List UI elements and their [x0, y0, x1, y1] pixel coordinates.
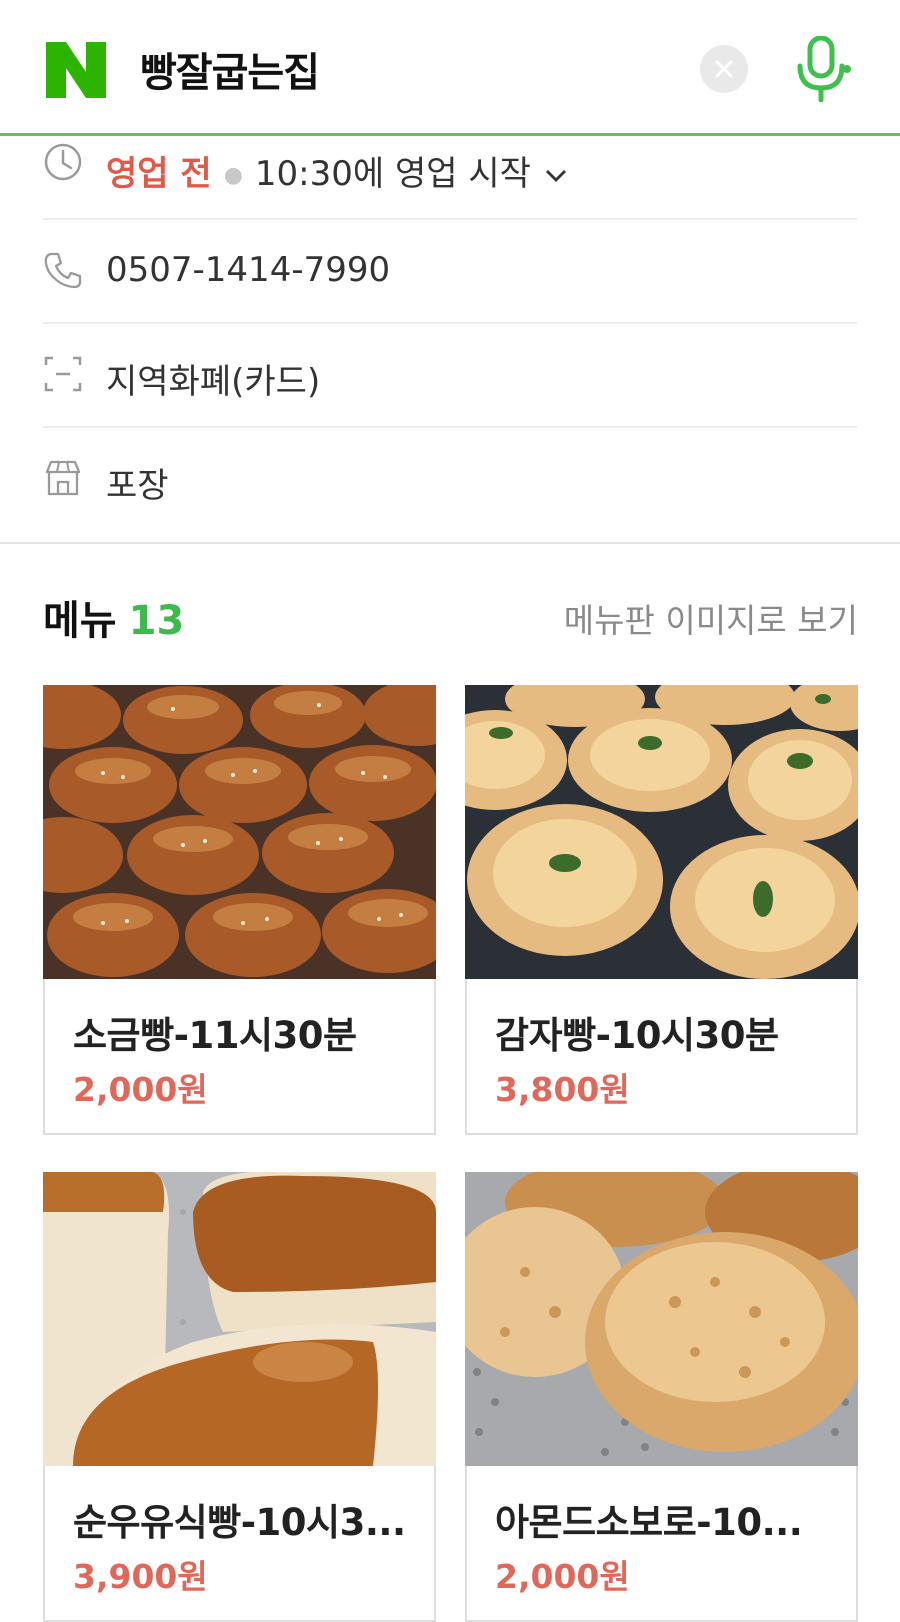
payment-row: 지역화폐(카드): [43, 324, 857, 428]
payment-method: 지역화폐(카드): [106, 362, 321, 402]
menu-item-card[interactable]: 감자빵-10시30분 3,800원: [465, 685, 858, 1135]
menu-heading: 메뉴 13: [43, 588, 184, 646]
section-divider: [0, 542, 900, 544]
scan-icon: [44, 356, 82, 392]
microphone-icon[interactable]: [792, 36, 852, 102]
menu-title: 메뉴: [43, 598, 117, 644]
menu-board-link[interactable]: 메뉴판 이미지로 보기: [564, 594, 858, 642]
menu-item-name: 순우유식빵-10시3...: [73, 1501, 406, 1544]
separator-dot: ●: [223, 163, 243, 188]
service-row: 포장: [43, 428, 857, 532]
phone-number[interactable]: 0507-1414-7990: [106, 250, 390, 290]
menu-item-price: 2,000원: [73, 1070, 208, 1109]
phone-icon: [44, 252, 82, 289]
naver-logo[interactable]: [46, 42, 106, 98]
business-hours: 10:30에 영업 시작: [254, 154, 531, 194]
salt-bread-photo: [43, 685, 436, 979]
clock-icon: [44, 143, 82, 181]
search-header: 빵잘굽는집: [0, 0, 900, 136]
menu-item-card[interactable]: 아몬드소보로-10... 2,000원: [465, 1172, 858, 1622]
menu-item-name: 아몬드소보로-10...: [495, 1501, 803, 1544]
menu-item-price: 3,800원: [495, 1070, 630, 1109]
service-option: 포장: [106, 466, 169, 506]
clear-button[interactable]: [700, 45, 748, 93]
menu-item-price: 2,000원: [495, 1557, 630, 1596]
menu-item-name: 감자빵-10시30분: [495, 1014, 779, 1057]
almond-soboro-photo: [465, 1172, 858, 1466]
phone-row[interactable]: 0507-1414-7990: [43, 220, 857, 324]
business-status: 영업 전: [106, 154, 212, 194]
menu-item-card[interactable]: 순우유식빵-10시3... 3,900원: [43, 1172, 436, 1622]
menu-count: 13: [128, 598, 185, 644]
chevron-down-icon[interactable]: [545, 165, 567, 187]
menu-item-card[interactable]: 소금빵-11시30분 2,000원: [43, 685, 436, 1135]
potato-bread-photo: [465, 685, 858, 979]
milk-bread-photo: [43, 1172, 436, 1466]
close-icon: [715, 60, 733, 78]
menu-item-name: 소금빵-11시30분: [73, 1014, 357, 1057]
menu-item-price: 3,900원: [73, 1557, 208, 1596]
search-query[interactable]: 빵잘굽는집: [140, 40, 320, 98]
business-hours-row[interactable]: 영업 전 ● 10:30에 영업 시작: [43, 136, 857, 220]
store-icon: [45, 460, 81, 496]
